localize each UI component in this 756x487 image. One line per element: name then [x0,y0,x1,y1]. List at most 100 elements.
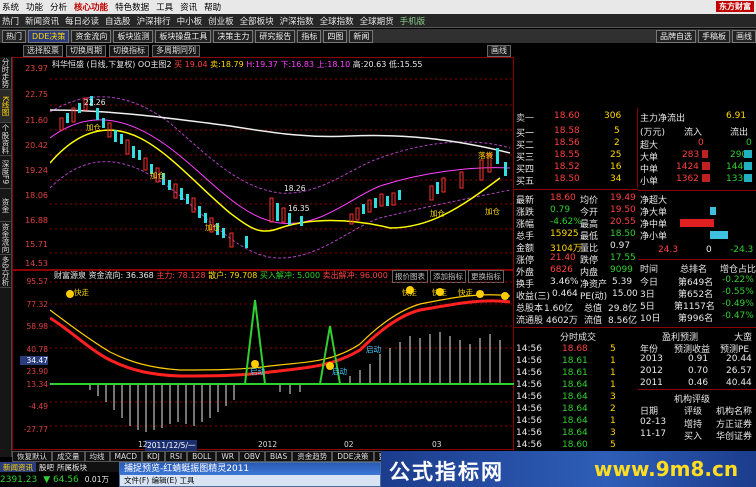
price-axis-label: 20.42 [25,141,48,150]
tab-kdj[interactable]: KDJ [141,451,165,462]
signal-add-position: 加仓 [86,123,101,132]
tab-boll[interactable]: BOLL [187,451,217,462]
net-bar [710,207,716,215]
money-out-bar [744,162,752,170]
vtab-fund-flow[interactable]: 资金流向 [0,222,11,255]
main-fund-value: 6.91 [726,111,747,121]
vtab-kline[interactable]: K线图 [0,90,11,123]
capture-preview-window[interactable]: 捕捉预览-红蜻蜓振图精灵2011 文件(F) 编辑(E) 工具 [119,462,381,487]
tab-dde[interactable]: DDE决策 [332,451,374,462]
menu-system[interactable]: 系统 [2,1,19,13]
menu-core[interactable]: 核心功能 [74,1,108,13]
tool-brand-watch[interactable]: 品牌自选 [656,29,696,43]
bid-price: 18.56 [554,138,580,148]
earnings-year: 2012 [640,366,663,376]
price-label-low: 16.35 [288,204,310,213]
price-label-high: 22.26 [84,98,106,107]
nav-ranking[interactable]: 沪深排行 [137,15,171,27]
nav-daily[interactable]: 每日必读 [65,15,99,27]
tool-draw[interactable]: 画线 [732,29,756,43]
index-ticker: 2391.23 ▼ 64.56 0.01万 [0,472,120,487]
tool-fund-flow[interactable]: 资金流向 [71,29,112,43]
nav-sme[interactable]: 中小板 [177,15,203,27]
switch-period-button[interactable]: 切换周期 [66,45,106,57]
quote-value: 18.50 [610,229,636,239]
tool-hot[interactable]: 热门 [2,29,26,43]
tick-price: 18.64 [562,416,588,426]
quote-value: 0.97 [610,241,631,251]
multi-period-button[interactable]: 多周期同列 [152,45,200,57]
menu-analysis[interactable]: 分析 [50,1,67,13]
price-axis-label: 18.06 [25,191,48,200]
bid-volume: 16 [610,162,622,172]
vtab-funds[interactable]: 资金 [0,189,11,222]
price-axis-label: 16.88 [25,216,48,225]
nav-mobile[interactable]: 手机版 [400,15,426,27]
fund-ranking: 时间 总排名 增仓占比 今日 第649名 -0.22% 3日 第652名 -0.55% … [638,259,756,327]
net-axis-right: -24.3 [730,245,754,255]
nav-futures[interactable]: 全球期货 [360,15,394,27]
earnings-year: 2011 [640,378,663,388]
tab-obv[interactable]: OBV [239,451,265,462]
tab-rsi[interactable]: RSI [164,451,188,462]
menu-help[interactable]: 帮助 [204,1,221,13]
select-stock-button[interactable]: 选择股票 [23,45,63,57]
nav-hot[interactable]: 热门 [2,15,19,27]
tab-wr[interactable]: WR [216,451,239,462]
vtab-profile[interactable]: 个股资料 [0,123,11,156]
tool-sector-ops[interactable]: 板块操盘工具 [155,29,212,43]
candle [504,162,507,176]
menu-info[interactable]: 资讯 [180,1,197,13]
money-in-header: 流入 [684,128,703,138]
vtab-intraday[interactable]: 分时走势 [0,57,11,90]
tool-main-decision[interactable]: 决策主力 [213,29,254,43]
indicator-axis-label: 13.34 [26,380,48,389]
vtab-f9[interactable]: 深度F9 [0,156,11,189]
tab-volume[interactable]: 成交量 [52,451,85,462]
vtab-long-short[interactable]: 多空分析 [0,255,11,288]
tool-research[interactable]: 研究报告 [255,29,296,43]
tool-indicator[interactable]: 指标 [297,29,322,43]
main-value: 主力: 78.128 [156,271,206,280]
quote-value: 6826 [550,265,573,275]
fund-period: 10日 [640,314,661,324]
nav-gem[interactable]: 创业板 [208,15,234,27]
tool-news[interactable]: 新闻 [349,29,374,43]
window-menu[interactable]: 文件(F) 编辑(E) 工具 [120,475,380,486]
tab-bias[interactable]: BIAS [264,451,293,462]
tool-sector-monitor[interactable]: 板块监测 [113,29,154,43]
tab-ma[interactable]: 均线 [84,451,110,462]
money-in-bar [702,150,708,158]
nav-watchlist[interactable]: 自选股 [105,15,131,27]
tab-news[interactable]: 新闻资讯 [0,462,36,472]
candle [245,236,248,248]
quote-value: 17.55 [610,253,636,263]
signal-quick-walk: 快走 [458,288,473,297]
signal-start: 启动 [332,367,347,376]
tab-sector[interactable]: 所属板块 [57,462,87,472]
nav-global-index[interactable]: 全球指数 [320,15,354,27]
menu-tools[interactable]: 工具 [156,1,173,13]
money-row-label: 小单 [640,177,659,187]
menu-function[interactable]: 功能 [26,1,43,13]
price-axis-label: 19.24 [25,166,48,175]
tab-macd[interactable]: MACD [109,451,142,462]
sell-value: 卖出解冲: 96.000 [322,271,388,280]
tool-dde[interactable]: DDE决策 [28,29,70,43]
candle [355,207,360,221]
rating-value: 买入 [684,432,703,442]
nav-sectors[interactable]: 全部板块 [240,15,274,27]
tab-fund-trend[interactable]: 资金趋势 [292,451,333,462]
tab-forum[interactable]: 股吧 [39,462,54,472]
menu-special-data[interactable]: 特色数据 [115,1,149,13]
draw-line-button[interactable]: 画线 [487,45,511,57]
tool-four-charts[interactable]: 四图 [323,29,348,43]
nav-news[interactable]: 新闻资讯 [25,15,59,27]
nav-index[interactable]: 沪深指数 [280,15,314,27]
tool-notepad[interactable]: 手稿板 [698,29,730,43]
tab-reset[interactable]: 恢复默认 [12,451,52,462]
switch-indicator-button[interactable]: 切换指标 [109,45,149,57]
tick-price: 18.61 [562,368,588,378]
money-in-value: 1424 [676,162,699,172]
